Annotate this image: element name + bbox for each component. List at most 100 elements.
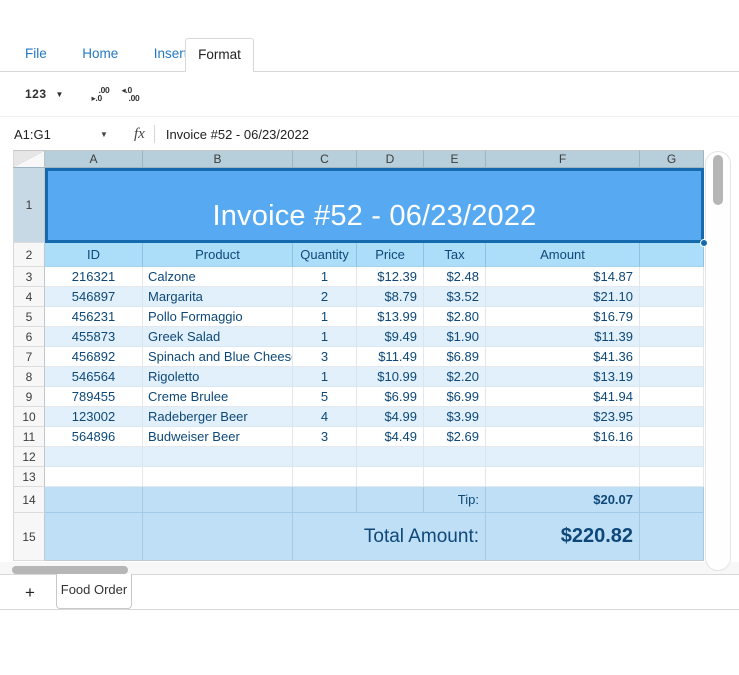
header-cell-empty[interactable] [640, 243, 704, 267]
cell-id[interactable]: 564896 [45, 427, 143, 447]
cell-price[interactable]: $9.49 [357, 327, 424, 347]
row-number[interactable]: 4 [13, 287, 45, 307]
row-number[interactable]: 3 [13, 267, 45, 287]
header-cell-quantity[interactable]: Quantity [293, 243, 357, 267]
cell-amount[interactable]: $16.79 [486, 307, 640, 327]
cell-empty[interactable] [357, 487, 424, 513]
cell-empty[interactable] [424, 447, 486, 467]
column-header-e[interactable]: E [424, 150, 486, 168]
cell-reference-box[interactable]: A1:G1 [0, 127, 100, 142]
header-cell-amount[interactable]: Amount [486, 243, 640, 267]
cell-empty[interactable] [45, 447, 143, 467]
cell-id[interactable]: 455873 [45, 327, 143, 347]
cell-product[interactable]: Margarita [143, 287, 293, 307]
column-header-g[interactable]: G [640, 150, 704, 168]
cell-amount[interactable]: $21.10 [486, 287, 640, 307]
row-number[interactable]: 13 [13, 467, 45, 487]
tab-format[interactable]: Format [185, 38, 254, 72]
row-number[interactable]: 8 [13, 367, 45, 387]
total-label-cell[interactable]: Total Amount: [293, 513, 486, 561]
row-number[interactable]: 10 [13, 407, 45, 427]
cell-empty[interactable] [640, 267, 704, 287]
cell-product[interactable]: Rigoletto [143, 367, 293, 387]
invoice-title-cell[interactable]: Invoice #52 - 06/23/2022 [45, 168, 704, 243]
cell-id[interactable]: 546564 [45, 367, 143, 387]
cell-product[interactable]: Pollo Formaggio [143, 307, 293, 327]
cell-empty[interactable] [143, 487, 293, 513]
row-number[interactable]: 9 [13, 387, 45, 407]
cell-price[interactable]: $6.99 [357, 387, 424, 407]
cell-empty[interactable] [640, 487, 704, 513]
cell-price[interactable]: $12.39 [357, 267, 424, 287]
cell-empty[interactable] [640, 367, 704, 387]
cell-quantity[interactable]: 4 [293, 407, 357, 427]
cell-quantity[interactable]: 1 [293, 327, 357, 347]
selection-fill-handle[interactable] [700, 239, 708, 247]
cell-empty[interactable] [640, 287, 704, 307]
cell-tax[interactable]: $2.80 [424, 307, 486, 327]
header-cell-product[interactable]: Product [143, 243, 293, 267]
cell-empty[interactable] [45, 467, 143, 487]
cell-price[interactable]: $4.99 [357, 407, 424, 427]
cell-empty[interactable] [640, 327, 704, 347]
cell-amount[interactable]: $23.95 [486, 407, 640, 427]
select-all-corner[interactable] [13, 150, 45, 168]
cell-amount[interactable]: $16.16 [486, 427, 640, 447]
cell-product[interactable]: Radeberger Beer [143, 407, 293, 427]
cell-amount[interactable]: $11.39 [486, 327, 640, 347]
tab-file[interactable]: File [25, 38, 47, 70]
cell-tax[interactable]: $2.20 [424, 367, 486, 387]
horizontal-scrollbar-thumb[interactable] [12, 566, 128, 574]
cell-product[interactable]: Greek Salad [143, 327, 293, 347]
cell-empty[interactable] [486, 447, 640, 467]
cell-id[interactable]: 456892 [45, 347, 143, 367]
cell-amount[interactable]: $41.94 [486, 387, 640, 407]
header-cell-tax[interactable]: Tax [424, 243, 486, 267]
row-number[interactable]: 14 [13, 487, 45, 513]
tip-label-cell[interactable]: Tip: [424, 487, 486, 513]
column-header-c[interactable]: C [293, 150, 357, 168]
cell-amount[interactable]: $14.87 [486, 267, 640, 287]
row-number[interactable]: 12 [13, 447, 45, 467]
cell-quantity[interactable]: 3 [293, 347, 357, 367]
cell-empty[interactable] [293, 447, 357, 467]
cell-empty[interactable] [143, 447, 293, 467]
cell-product[interactable]: Creme Brulee [143, 387, 293, 407]
column-header-d[interactable]: D [357, 150, 424, 168]
cell-tax[interactable]: $2.48 [424, 267, 486, 287]
column-header-a[interactable]: A [45, 150, 143, 168]
cell-id[interactable]: 789455 [45, 387, 143, 407]
cell-price[interactable]: $4.49 [357, 427, 424, 447]
cell-empty[interactable] [357, 447, 424, 467]
cell-quantity[interactable]: 1 [293, 267, 357, 287]
cell-id[interactable]: 123002 [45, 407, 143, 427]
cell-quantity[interactable]: 2 [293, 287, 357, 307]
cell-tax[interactable]: $1.90 [424, 327, 486, 347]
row-number[interactable]: 5 [13, 307, 45, 327]
decrease-decimal-button[interactable]: .00 ▸.0 [91, 86, 109, 102]
cell-tax[interactable]: $6.89 [424, 347, 486, 367]
tip-value-cell[interactable]: $20.07 [486, 487, 640, 513]
cell-empty[interactable] [640, 387, 704, 407]
add-sheet-button[interactable]: + [18, 582, 42, 604]
cell-empty[interactable] [143, 513, 293, 561]
tab-insert[interactable]: Insert [154, 38, 188, 70]
total-value-cell[interactable]: $220.82 [486, 513, 640, 561]
cell-empty[interactable] [640, 447, 704, 467]
cell-quantity[interactable]: 3 [293, 427, 357, 447]
cell-tax[interactable]: $3.99 [424, 407, 486, 427]
cell-amount[interactable]: $13.19 [486, 367, 640, 387]
cell-tax[interactable]: $6.99 [424, 387, 486, 407]
increase-decimal-button[interactable]: ◂.0 .00 [121, 86, 139, 102]
row-number[interactable]: 6 [13, 327, 45, 347]
cell-product[interactable]: Calzone [143, 267, 293, 287]
cell-quantity[interactable]: 1 [293, 307, 357, 327]
cell-price[interactable]: $10.99 [357, 367, 424, 387]
cell-price[interactable]: $8.79 [357, 287, 424, 307]
cell-empty[interactable] [640, 407, 704, 427]
row-number[interactable]: 15 [13, 513, 45, 561]
sheet-tab-food-order[interactable]: Food Order [56, 574, 132, 609]
cell-price[interactable]: $13.99 [357, 307, 424, 327]
cell-empty[interactable] [357, 467, 424, 487]
cell-product[interactable]: Spinach and Blue Cheese [143, 347, 293, 367]
